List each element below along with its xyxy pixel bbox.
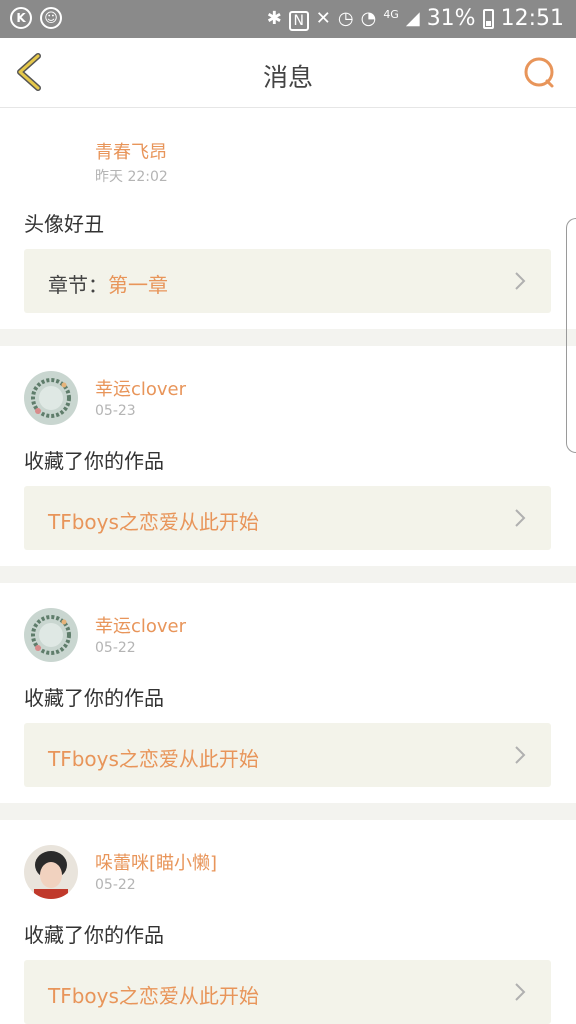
chapter-link[interactable]: 章节：第一章 <box>24 249 551 313</box>
message-card: 哚蕾咪[瞄小懒] 05-22 收藏了你的作品 TFboys之恋爱从此开始 <box>0 820 576 1024</box>
battery-icon <box>482 9 494 29</box>
username-link[interactable]: 哚蕾咪[瞄小懒] <box>95 849 217 875</box>
message-card: 幸运clover 05-23 收藏了你的作品 TFboys之恋爱从此开始 <box>0 346 576 566</box>
divider <box>0 566 576 583</box>
message-text: 头像好丑 <box>24 212 104 236</box>
avatar[interactable] <box>24 845 78 899</box>
message-list: 青春飞昂 昨天 22:02 头像好丑 章节：第一章 幸运clover 05-23… <box>0 109 576 1024</box>
photo-avatar-image <box>24 845 78 899</box>
chevron-right-icon <box>515 983 526 1001</box>
work-link[interactable]: TFboys之恋爱从此开始 <box>24 486 551 550</box>
ref-label: TFboys之恋爱从此开始 <box>48 980 259 1009</box>
username-link[interactable]: 幸运clover <box>95 612 186 638</box>
network-type-label: 4G <box>383 8 399 21</box>
message-card: 青春飞昂 昨天 22:02 头像好丑 章节：第一章 <box>0 109 576 329</box>
username-link[interactable]: 幸运clover <box>95 375 186 401</box>
ref-title: 第一章 <box>108 273 168 297</box>
wifi-icon: ◔ <box>360 8 377 29</box>
nfc-icon: N <box>288 11 309 31</box>
work-link[interactable]: TFboys之恋爱从此开始 <box>24 960 551 1024</box>
message-card: 幸运clover 05-22 收藏了你的作品 TFboys之恋爱从此开始 <box>0 583 576 803</box>
message-date: 05-23 <box>95 403 136 419</box>
avatar[interactable] <box>24 608 78 662</box>
app-header: 消息 <box>0 38 576 108</box>
signal-icon: ◢ <box>405 8 420 29</box>
clock: 12:51 <box>500 6 564 31</box>
ref-label: TFboys之恋爱从此开始 <box>48 743 259 772</box>
ref-prefix: 章节： <box>48 273 108 297</box>
wreath-avatar-image <box>24 371 78 425</box>
app-k-icon: K <box>10 7 32 29</box>
chevron-right-icon <box>515 746 526 764</box>
ref-label: TFboys之恋爱从此开始 <box>48 506 259 535</box>
avatar[interactable] <box>24 134 78 188</box>
search-button[interactable] <box>522 56 556 90</box>
message-text: 收藏了你的作品 <box>24 923 164 947</box>
chevron-right-icon <box>515 272 526 290</box>
alarm-icon: ◷ <box>337 8 354 29</box>
message-date: 05-22 <box>95 877 136 893</box>
ref-label: 章节：第一章 <box>48 269 168 298</box>
mute-icon: ✕ <box>315 8 331 29</box>
wreath-avatar-image <box>24 608 78 662</box>
ref-title: TFboys之恋爱从此开始 <box>48 984 259 1008</box>
battery-percent: 31% <box>426 6 476 31</box>
divider <box>0 329 576 346</box>
bluetooth-icon: ✱ <box>266 8 282 29</box>
status-right-icons: ✱ N ✕ ◷ ◔ 4G ◢ 31% 12:51 <box>267 4 564 34</box>
ref-title: TFboys之恋爱从此开始 <box>48 747 259 771</box>
message-date: 昨天 22:02 <box>95 169 168 185</box>
message-text: 收藏了你的作品 <box>24 686 164 710</box>
work-link[interactable]: TFboys之恋爱从此开始 <box>24 723 551 787</box>
search-icon <box>524 57 554 88</box>
app-notification-icon: ☺ <box>40 7 62 29</box>
chevron-right-icon <box>515 509 526 527</box>
page-title: 消息 <box>262 63 313 92</box>
username-link[interactable]: 青春飞昂 <box>95 138 167 164</box>
avatar[interactable] <box>24 371 78 425</box>
status-bar: K ☺ ✱ N ✕ ◷ ◔ 4G ◢ 31% 12:51 <box>0 0 576 38</box>
message-date: 05-22 <box>95 640 136 656</box>
divider <box>0 803 576 820</box>
message-text: 收藏了你的作品 <box>24 449 164 473</box>
edge-panel-handle[interactable] <box>566 218 576 453</box>
status-left-icons: K ☺ <box>10 7 62 29</box>
ref-title: TFboys之恋爱从此开始 <box>48 510 259 534</box>
